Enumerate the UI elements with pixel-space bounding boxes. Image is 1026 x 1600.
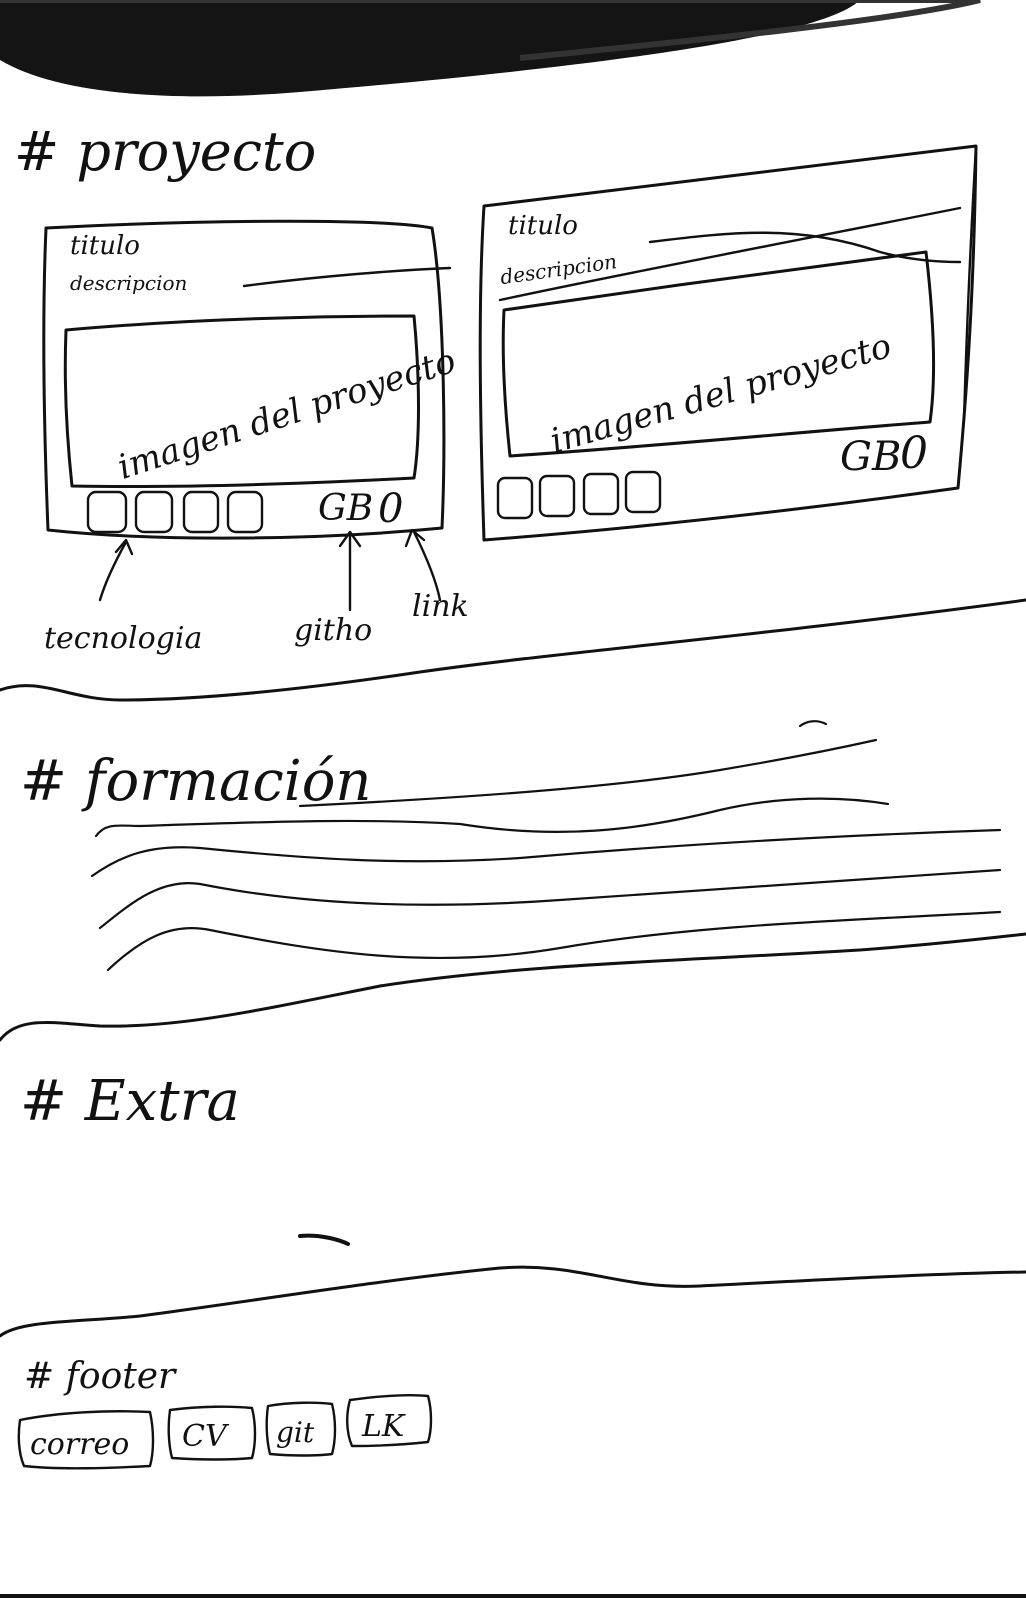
footer-button-cv[interactable]: CV <box>167 1405 257 1461</box>
card-1-image-label: imagen del proyecto <box>113 341 461 488</box>
card-2-tech-badges <box>496 470 662 520</box>
section-divider <box>0 1265 1026 1338</box>
section-divider <box>0 932 1026 1042</box>
footer-button-correo-label: correo <box>30 1427 129 1462</box>
extra-heading: # Extra <box>20 1069 240 1134</box>
card-1-title: titulo <box>70 231 140 261</box>
footer-heading: # footer <box>24 1356 177 1397</box>
card-2-link-icon[interactable]: 0 <box>900 428 928 479</box>
proyecto-heading: # proyecto <box>14 120 316 183</box>
card-1-description: descripcion <box>70 271 187 295</box>
footer-button-cv-label: CV <box>182 1419 230 1454</box>
annotation-link: link <box>412 589 469 624</box>
project-card-1[interactable]: titulo descripcion imagen del proyecto G… <box>42 219 461 540</box>
card-1-link-icon[interactable]: 0 <box>378 486 403 532</box>
card-2-title: titulo <box>508 211 578 241</box>
footer-button-lk-label: LK <box>361 1409 406 1444</box>
footer-button-correo[interactable]: correo <box>17 1410 155 1470</box>
card-1-tech-badges <box>86 490 264 534</box>
top-shadow <box>0 0 981 97</box>
card-1-github-icon[interactable]: GB <box>318 488 373 529</box>
footer-section: # footer correo CV git LK <box>17 1356 433 1470</box>
footer-button-lk[interactable]: LK <box>346 1394 433 1448</box>
ink-smudge <box>298 1233 350 1246</box>
annotation-github: githo <box>294 613 372 648</box>
footer-buttons: correo CV git LK <box>17 1394 433 1470</box>
annotation-tecnologias: tecnologia <box>44 621 202 656</box>
footer-button-git[interactable]: git <box>265 1401 337 1457</box>
project-card-2[interactable]: titulo descripcion imagen del proyecto G… <box>478 144 978 542</box>
sketch-canvas: # proyecto titulo descripcion imagen del… <box>0 0 1026 1598</box>
extra-section: # Extra <box>20 1069 350 1246</box>
card-2-github-icon[interactable]: GB <box>840 434 901 480</box>
card-2-image: imagen del proyecto <box>501 250 935 462</box>
card-1-image: imagen del proyecto <box>63 314 461 489</box>
card-2-description: descripcion <box>499 249 619 289</box>
annotation-arrows <box>98 528 442 612</box>
footer-button-git-label: git <box>276 1416 315 1449</box>
formacion-section: # formación <box>20 720 1002 972</box>
proyecto-section: # proyecto titulo descripcion imagen del… <box>14 120 978 656</box>
